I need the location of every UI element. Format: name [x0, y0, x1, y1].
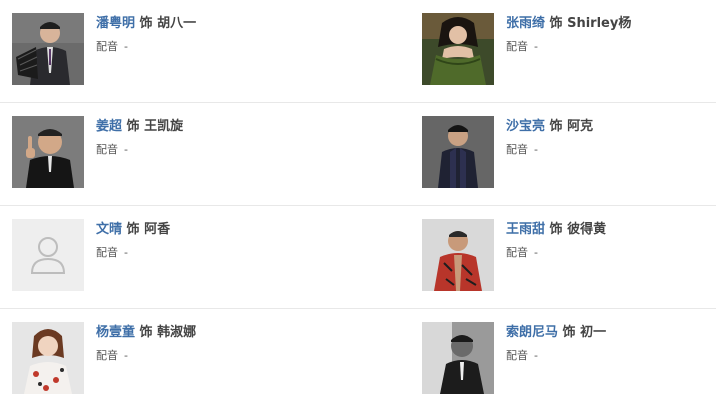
- actor-photo[interactable]: [422, 13, 494, 85]
- role-name: 阿香: [144, 222, 171, 237]
- as-label: 饰: [549, 16, 563, 31]
- voice-actor-value: -: [124, 349, 128, 362]
- voice-actor-line: 配音 -: [506, 39, 631, 55]
- cast-title: 张雨绮 饰 Shirley杨: [506, 14, 631, 34]
- cast-info: 张雨绮 饰 Shirley杨 配音 -: [506, 14, 631, 55]
- cast-title: 王雨甜 饰 彼得黄: [506, 220, 606, 240]
- cast-info: 索朗尼马 饰 初一 配音 -: [506, 323, 606, 364]
- role-name: 阿克: [567, 119, 594, 134]
- voice-actor-label: 配音: [506, 143, 528, 156]
- voice-actor-label: 配音: [506, 246, 528, 259]
- actor-name-link[interactable]: 潘粤明: [96, 16, 135, 31]
- cast-card: 杨壹童 饰 韩淑娜 配音 -: [12, 309, 342, 411]
- actor-photo[interactable]: [422, 322, 494, 394]
- cast-row: 潘粤明 饰 胡八一 配音 - 张雨绮 饰 Shirley杨 配音 -: [0, 0, 716, 103]
- actor-name-link[interactable]: 沙宝亮: [506, 119, 545, 134]
- cast-title: 索朗尼马 饰 初一: [506, 323, 606, 343]
- cast-info: 潘粤明 饰 胡八一 配音 -: [96, 14, 196, 55]
- actor-photo[interactable]: [422, 116, 494, 188]
- voice-actor-value: -: [534, 349, 538, 362]
- cast-title: 杨壹童 饰 韩淑娜: [96, 323, 196, 343]
- cast-card: 王雨甜 饰 彼得黄 配音 -: [422, 206, 716, 308]
- role-name: 胡八一: [157, 16, 197, 31]
- role-name: 韩淑娜: [157, 325, 197, 340]
- actor-photo[interactable]: [12, 13, 84, 85]
- cast-card: 文晴 饰 阿香 配音 -: [12, 206, 342, 308]
- voice-actor-value: -: [534, 246, 538, 259]
- role-name: Shirley杨: [567, 16, 632, 31]
- cast-title: 姜超 饰 王凯旋: [96, 117, 183, 137]
- cast-row: 文晴 饰 阿香 配音 - 王雨甜 饰 彼得黄 配音 -: [0, 206, 716, 309]
- cast-title: 沙宝亮 饰 阿克: [506, 117, 593, 137]
- cast-info: 沙宝亮 饰 阿克 配音 -: [506, 117, 593, 158]
- cast-list: 潘粤明 饰 胡八一 配音 - 张雨绮 饰 Shirley杨 配音 - 姜超 饰 …: [0, 0, 716, 409]
- voice-actor-line: 配音 -: [96, 245, 170, 261]
- actor-photo[interactable]: [12, 322, 84, 394]
- as-label: 饰: [549, 119, 563, 134]
- voice-actor-line: 配音 -: [506, 245, 606, 261]
- actor-photo[interactable]: [12, 116, 84, 188]
- voice-actor-label: 配音: [506, 40, 528, 53]
- cast-card: 姜超 饰 王凯旋 配音 -: [12, 103, 342, 205]
- voice-actor-line: 配音 -: [96, 39, 196, 55]
- cast-info: 姜超 饰 王凯旋 配音 -: [96, 117, 183, 158]
- voice-actor-line: 配音 -: [96, 142, 183, 158]
- voice-actor-label: 配音: [506, 349, 528, 362]
- as-label: 饰: [139, 16, 153, 31]
- voice-actor-label: 配音: [96, 246, 118, 259]
- voice-actor-line: 配音 -: [96, 348, 196, 364]
- cast-card: 张雨绮 饰 Shirley杨 配音 -: [422, 0, 716, 102]
- as-label: 饰: [126, 119, 140, 134]
- role-name: 初一: [580, 325, 607, 340]
- cast-info: 王雨甜 饰 彼得黄 配音 -: [506, 220, 606, 261]
- default-avatar-icon[interactable]: [12, 219, 84, 291]
- actor-name-link[interactable]: 姜超: [96, 119, 122, 134]
- actor-name-link[interactable]: 索朗尼马: [506, 325, 558, 340]
- cast-card: 索朗尼马 饰 初一 配音 -: [422, 309, 716, 411]
- role-name: 彼得黄: [567, 222, 607, 237]
- actor-name-link[interactable]: 张雨绮: [506, 16, 545, 31]
- as-label: 饰: [549, 222, 563, 237]
- voice-actor-value: -: [124, 40, 128, 53]
- cast-row: 杨壹童 饰 韩淑娜 配音 - 索朗尼马 饰 初一 配音 -: [0, 309, 716, 412]
- voice-actor-label: 配音: [96, 40, 118, 53]
- voice-actor-value: -: [534, 40, 538, 53]
- role-name: 王凯旋: [144, 119, 184, 134]
- voice-actor-label: 配音: [96, 143, 118, 156]
- as-label: 饰: [562, 325, 576, 340]
- actor-name-link[interactable]: 王雨甜: [506, 222, 545, 237]
- voice-actor-label: 配音: [96, 349, 118, 362]
- voice-actor-line: 配音 -: [506, 348, 606, 364]
- cast-title: 文晴 饰 阿香: [96, 220, 170, 240]
- cast-info: 杨壹童 饰 韩淑娜 配音 -: [96, 323, 196, 364]
- voice-actor-line: 配音 -: [506, 142, 593, 158]
- actor-name-link[interactable]: 文晴: [96, 222, 122, 237]
- as-label: 饰: [126, 222, 140, 237]
- cast-title: 潘粤明 饰 胡八一: [96, 14, 196, 34]
- as-label: 饰: [139, 325, 153, 340]
- voice-actor-value: -: [124, 143, 128, 156]
- actor-photo[interactable]: [422, 219, 494, 291]
- cast-card: 潘粤明 饰 胡八一 配音 -: [12, 0, 342, 102]
- voice-actor-value: -: [124, 246, 128, 259]
- cast-card: 沙宝亮 饰 阿克 配音 -: [422, 103, 716, 205]
- cast-info: 文晴 饰 阿香 配音 -: [96, 220, 170, 261]
- cast-row: 姜超 饰 王凯旋 配音 - 沙宝亮 饰 阿克 配音 -: [0, 103, 716, 206]
- actor-name-link[interactable]: 杨壹童: [96, 325, 135, 340]
- voice-actor-value: -: [534, 143, 538, 156]
